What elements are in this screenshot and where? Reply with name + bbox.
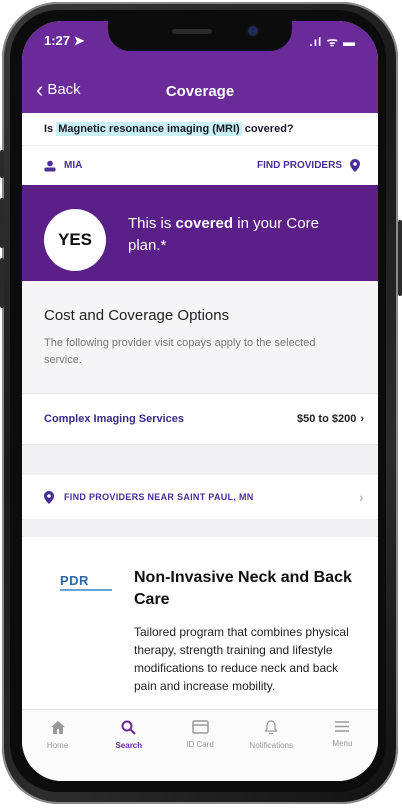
question-suffix: covered? bbox=[244, 123, 294, 135]
service-row[interactable]: Complex Imaging Services $50 to $200 › bbox=[22, 393, 378, 445]
near-label-group: FIND PROVIDERS NEAR SAINT PAUL, MN bbox=[44, 490, 254, 504]
find-providers-near-label: FIND PROVIDERS NEAR SAINT PAUL, MN bbox=[64, 492, 254, 502]
member-name: MIA bbox=[64, 160, 83, 171]
program-description: Tailored program that combines physical … bbox=[134, 625, 349, 693]
bell-icon bbox=[264, 720, 279, 735]
app-screen: 1:27 ➤ .ıl ᯤ ▬ ‹ Back Coverage Is Magnet… bbox=[22, 21, 378, 781]
notch bbox=[108, 21, 292, 51]
volume-down-button bbox=[0, 258, 4, 308]
tab-home[interactable]: Home bbox=[22, 710, 93, 781]
location-arrow-icon: ➤ bbox=[73, 33, 85, 48]
pdr-logo: PDR bbox=[60, 573, 89, 588]
map-pin-icon bbox=[44, 490, 54, 504]
tab-label: Menu bbox=[332, 739, 353, 748]
status-indicators: .ıl ᯤ ▬ bbox=[309, 35, 356, 49]
tab-label: Home bbox=[46, 741, 69, 750]
coverage-question: Is Magnetic resonance imaging (MRI) cove… bbox=[22, 113, 378, 145]
cost-coverage-section: Cost and Coverage Options The following … bbox=[22, 281, 378, 393]
power-button bbox=[398, 220, 402, 296]
section-divider bbox=[22, 445, 378, 475]
pdr-logo-underline bbox=[60, 589, 112, 591]
program-title: Non-Invasive Neck and Back Care bbox=[134, 569, 352, 608]
tab-search[interactable]: Search bbox=[93, 710, 164, 781]
procedure-name: Magnetic resonance imaging (MRI) bbox=[56, 122, 242, 136]
tab-label: Search bbox=[115, 741, 143, 750]
search-icon bbox=[121, 720, 137, 735]
front-camera bbox=[248, 26, 258, 36]
tab-label: ID Card bbox=[186, 740, 214, 749]
service-name: Complex Imaging Services bbox=[44, 413, 184, 425]
member-row: MIA FIND PROVIDERS bbox=[22, 145, 378, 185]
member-selector[interactable]: MIA bbox=[44, 160, 82, 172]
id-card-icon bbox=[191, 720, 209, 734]
service-price: $50 to $200 › bbox=[297, 413, 364, 425]
tab-menu[interactable]: Menu bbox=[307, 710, 378, 781]
question-prefix: Is bbox=[44, 123, 54, 135]
coverage-banner: YES This is covered in your Core plan.* bbox=[22, 185, 378, 281]
volume-up-button bbox=[0, 198, 4, 248]
speaker-grille bbox=[172, 29, 212, 34]
map-pin-icon bbox=[350, 159, 360, 172]
section-description: The following provider visit copays appl… bbox=[44, 337, 316, 366]
bottom-tab-bar: Home Search ID Card Notifications Menu bbox=[22, 709, 378, 781]
chevron-right-icon: › bbox=[359, 489, 364, 505]
find-providers-label: FIND PROVIDERS bbox=[256, 160, 342, 171]
tab-id-card[interactable]: ID Card bbox=[164, 710, 235, 781]
status-time: 1:27 ➤ bbox=[44, 33, 85, 48]
page-title: Coverage bbox=[165, 83, 235, 100]
program-card[interactable]: PDR Non-Invasive Neck and Back Care Tail… bbox=[22, 537, 378, 709]
home-icon bbox=[50, 721, 65, 734]
tab-notifications[interactable]: Notifications bbox=[236, 710, 307, 781]
find-providers-near-row[interactable]: FIND PROVIDERS NEAR SAINT PAUL, MN › bbox=[22, 475, 378, 519]
tab-label: Notifications bbox=[249, 741, 293, 750]
chevron-right-icon: › bbox=[360, 413, 364, 425]
find-providers-link[interactable]: FIND PROVIDERS bbox=[257, 159, 360, 172]
coverage-answer-badge: YES bbox=[44, 209, 106, 271]
coverage-statement: This is covered in your Core plan.* bbox=[128, 215, 319, 254]
mute-switch bbox=[0, 150, 4, 178]
menu-icon bbox=[335, 721, 350, 732]
section-title: Cost and Coverage Options bbox=[44, 307, 230, 324]
section-divider bbox=[22, 519, 378, 537]
person-icon bbox=[44, 160, 56, 171]
